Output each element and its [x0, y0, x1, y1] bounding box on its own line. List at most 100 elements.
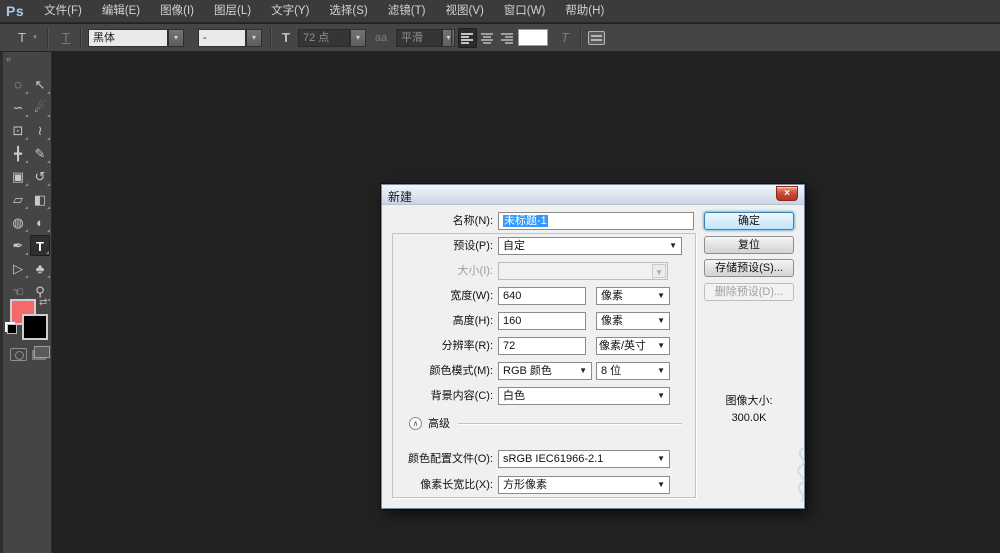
close-icon[interactable]: × — [776, 186, 798, 201]
quick-mask-icon[interactable] — [10, 348, 27, 361]
screen-mode-icon[interactable] — [34, 346, 50, 358]
tool-brush[interactable]: ✎ — [30, 143, 50, 164]
name-selected-text: 未标题-1 — [503, 215, 548, 227]
tool-panel: « ◌ ↖ ∽ ☄ ⊡ ≀ ╋ ✎ ▣ ↺ ▱ ◧ ◍ ◐ ✒ T ▷ ♣ ☜ … — [0, 52, 52, 553]
name-input[interactable]: 未标题-1 — [498, 212, 694, 230]
dialog-title: 新建 — [388, 188, 412, 205]
advanced-label[interactable]: 高级 — [428, 415, 450, 433]
font-size-arrow-icon[interactable]: ▾ — [350, 29, 366, 47]
align-right-button[interactable] — [498, 28, 517, 48]
separator — [451, 27, 452, 49]
height-input[interactable]: 160 — [498, 312, 586, 330]
image-size-label: 图像大小: — [704, 392, 794, 408]
background-contents-value: 白色 — [503, 390, 525, 402]
menu-type[interactable]: 文字(Y) — [261, 0, 319, 23]
height-unit-select[interactable]: 像素 ▼ — [596, 312, 670, 330]
reset-button[interactable]: 复位 — [704, 236, 794, 254]
tool-marquee[interactable]: ◌ — [8, 74, 28, 95]
color-mode-select[interactable]: RGB 颜色 ▼ — [498, 362, 592, 380]
preset-label: 预设(P): — [453, 237, 493, 255]
width-input[interactable]: 640 — [498, 287, 586, 305]
align-center-button[interactable] — [478, 28, 497, 48]
text-orientation-icon[interactable]: T — [56, 29, 76, 47]
name-label: 名称(N): — [453, 212, 493, 230]
dialog-title-bar[interactable]: 新建 — [382, 185, 804, 205]
tool-preset-arrow-icon[interactable]: ▾ — [30, 29, 40, 47]
tool-dodge[interactable]: ◐ — [30, 212, 50, 233]
menu-select[interactable]: 选择(S) — [319, 0, 377, 23]
new-document-dialog: 新建 × 名称(N): 未标题-1 预设(P): 自定 ▼ 大小(I): ▼ 宽… — [381, 184, 805, 509]
tool-type[interactable]: T — [30, 235, 50, 256]
pixel-aspect-select[interactable]: 方形像素 ▼ — [498, 476, 670, 494]
width-label: 宽度(W): — [450, 287, 493, 305]
align-left-icon — [461, 33, 474, 44]
divider — [458, 423, 682, 424]
tool-blur[interactable]: ◍ — [8, 212, 28, 233]
warp-text-icon[interactable]: T — [556, 29, 574, 47]
advanced-collapse-icon[interactable]: ∧ — [409, 417, 422, 430]
font-size-icon: T — [277, 29, 295, 47]
save-preset-button[interactable]: 存储预设(S)... — [704, 259, 794, 277]
tool-crop[interactable]: ⊡ — [8, 120, 28, 141]
menu-file[interactable]: 文件(F) — [34, 0, 92, 23]
tool-history-brush[interactable]: ↺ — [30, 166, 50, 187]
color-profile-select[interactable]: sRGB IEC61966-2.1 ▼ — [498, 450, 670, 468]
height-label: 高度(H): — [453, 312, 493, 330]
tool-lasso[interactable]: ∽ — [8, 97, 28, 118]
resolution-input[interactable]: 72 — [498, 337, 586, 355]
preset-select[interactable]: 自定 ▼ — [498, 237, 682, 255]
align-left-button[interactable] — [458, 28, 477, 48]
watermark-squiggle — [789, 444, 813, 506]
swap-colors-icon[interactable]: ⇄ — [39, 297, 47, 308]
bit-depth-value: 8 位 — [601, 365, 621, 377]
bit-depth-select[interactable]: 8 位 ▼ — [596, 362, 670, 380]
dropdown-arrow-icon: ▼ — [579, 363, 587, 379]
font-family-arrow-icon[interactable]: ▾ — [168, 29, 184, 47]
resolution-unit-select[interactable]: 像素/英寸 ▼ — [596, 337, 670, 355]
font-size-select[interactable]: 72 点 — [298, 29, 350, 47]
tool-magic-wand[interactable]: ☄ — [30, 97, 50, 118]
tool-eyedropper[interactable]: ≀ — [30, 120, 50, 141]
font-family-select[interactable]: 黑体 — [88, 29, 168, 47]
toggle-panels-icon[interactable] — [588, 31, 605, 49]
tool-clone-stamp[interactable]: ▣ — [8, 166, 28, 187]
tool-path-selection[interactable]: ▷ — [8, 258, 28, 279]
menu-edit[interactable]: 编辑(E) — [92, 0, 150, 23]
dropdown-arrow-icon: ▼ — [657, 363, 665, 379]
tool-move[interactable]: ↖ — [30, 74, 50, 95]
background-contents-select[interactable]: 白色 ▼ — [498, 387, 670, 405]
font-style-select[interactable]: - — [198, 29, 246, 47]
separator — [580, 27, 581, 49]
menu-help[interactable]: 帮助(H) — [555, 0, 614, 23]
menu-filter[interactable]: 滤镜(T) — [378, 0, 436, 23]
tool-preset-icon[interactable]: T — [14, 29, 30, 47]
anti-alias-arrow-icon[interactable]: ▾ — [442, 29, 455, 47]
size-label: 大小(I): — [458, 262, 493, 280]
size-select: ▼ — [498, 262, 668, 280]
ok-button[interactable]: 确定 — [704, 212, 794, 230]
collapse-panel-icon[interactable]: « — [6, 54, 11, 64]
menu-image[interactable]: 图像(I) — [150, 0, 204, 23]
tool-custom-shape[interactable]: ♣ — [30, 258, 50, 279]
text-color-swatch[interactable] — [518, 29, 548, 46]
dropdown-arrow-icon: ▼ — [657, 313, 665, 329]
dropdown-arrow-icon: ▼ — [669, 238, 677, 254]
background-color-swatch[interactable] — [22, 314, 48, 340]
tool-healing-brush[interactable]: ╋ — [8, 143, 28, 164]
width-unit-select[interactable]: 像素 ▼ — [596, 287, 670, 305]
background-contents-label: 背景内容(C): — [431, 387, 493, 405]
separator — [270, 27, 271, 49]
anti-alias-select[interactable]: 平滑 — [396, 29, 442, 47]
font-style-arrow-icon[interactable]: ▾ — [246, 29, 262, 47]
dropdown-arrow-icon: ▼ — [652, 264, 666, 278]
tool-gradient[interactable]: ◧ — [30, 189, 50, 210]
align-right-icon — [501, 33, 514, 44]
menu-window[interactable]: 窗口(W) — [494, 0, 556, 23]
menu-layer[interactable]: 图层(L) — [204, 0, 261, 23]
default-colors-icon[interactable] — [7, 324, 17, 334]
tool-eraser[interactable]: ▱ — [8, 189, 28, 210]
color-profile-value: sRGB IEC61966-2.1 — [503, 453, 603, 465]
tool-pen[interactable]: ✒ — [8, 235, 28, 256]
menu-view[interactable]: 视图(V) — [435, 0, 493, 23]
separator — [47, 27, 48, 49]
